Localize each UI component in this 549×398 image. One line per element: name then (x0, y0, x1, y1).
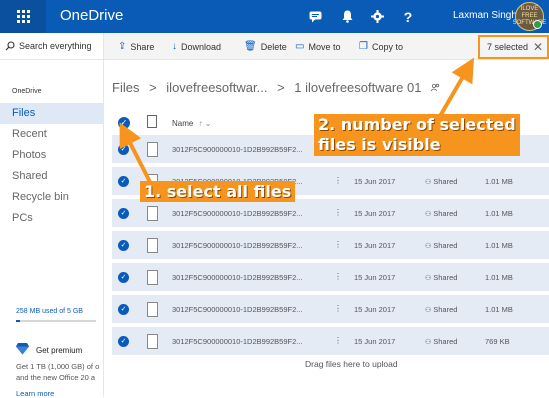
arrow-to-select-all (119, 122, 152, 183)
callout-select-all: 1. select all files (140, 181, 296, 202)
callout-selected-count-line1: 2. number of selected (318, 115, 516, 134)
callout-selected-count-line2: files is visible (318, 135, 441, 154)
callout-selected-count: 2. number of selected files is visible (314, 114, 520, 156)
